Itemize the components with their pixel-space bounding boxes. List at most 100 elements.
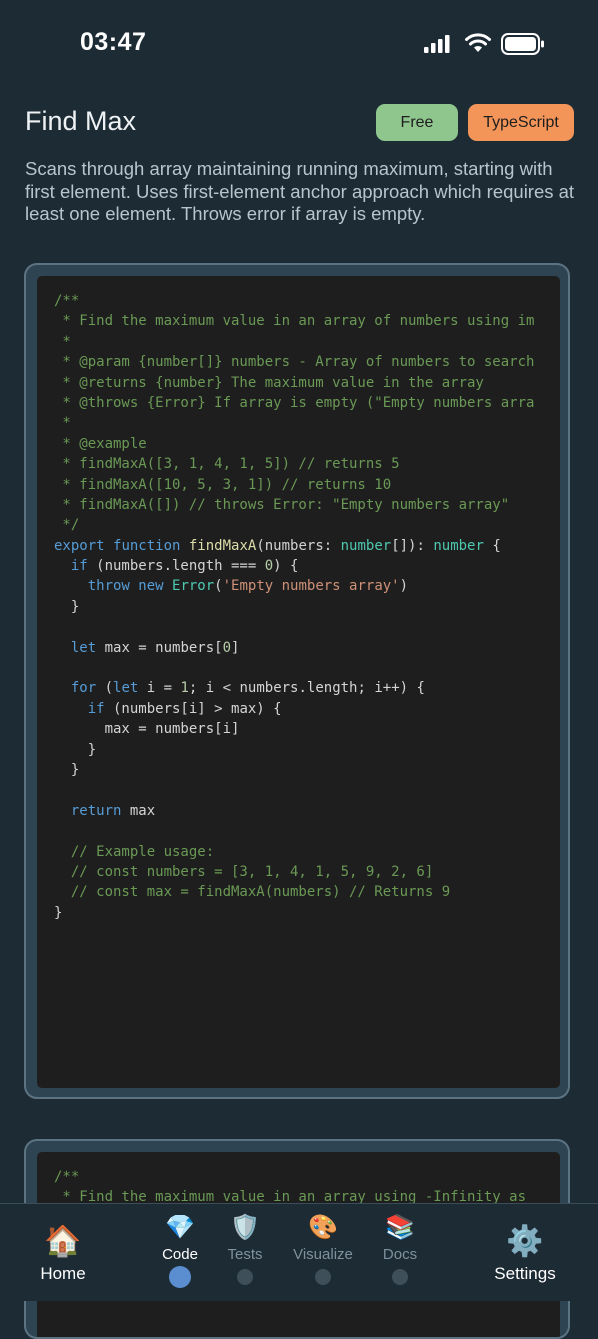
code-token: * findMaxA([10, 5, 3, 1]) // returns 10 — [54, 476, 392, 493]
code-token: 0 — [264, 558, 274, 575]
code-token: * @example — [54, 435, 147, 452]
algorithm-description: Scans through array maintaining running … — [25, 158, 575, 224]
code-line: * — [54, 413, 560, 433]
tab-visualize-label: Visualize — [293, 1246, 353, 1263]
language-badge[interactable]: TypeScript — [468, 104, 574, 141]
code-line: export function findMaxA(numbers: number… — [54, 536, 560, 556]
code-token: ( — [96, 680, 114, 697]
tab-tests[interactable]: 🛡️ Tests — [207, 1214, 283, 1285]
code-token: * @param {number[]} numbers - Array of n… — [54, 354, 535, 371]
code-token: max = numbers[ — [96, 639, 223, 656]
code-card: /** * Find the maximum value in an array… — [24, 263, 570, 1099]
code-token: // const numbers = [3, 1, 4, 1, 5, 9, 2,… — [70, 863, 434, 880]
code-token: function — [113, 537, 189, 554]
code-token: // const max = findMaxA(numbers) // Retu… — [70, 884, 451, 901]
code-token: ) { — [273, 558, 299, 575]
shield-icon: 🛡️ — [230, 1214, 260, 1241]
code-line: for (let i = 1; i < numbers.length; i++)… — [54, 678, 560, 698]
code-token: ] — [231, 639, 240, 656]
tab-docs-indicator — [392, 1269, 408, 1285]
code-line: } — [54, 760, 560, 780]
code-line: /** — [54, 1167, 560, 1187]
code-token: ) — [399, 578, 409, 595]
code-token: } — [54, 741, 97, 758]
code-token: findMaxA — [188, 537, 257, 554]
code-token: ( — [214, 578, 223, 595]
code-token: i = — [138, 680, 181, 697]
nav-home-label: Home — [40, 1264, 86, 1283]
code-line: * findMaxA([10, 5, 3, 1]) // returns 10 — [54, 475, 560, 495]
code-token: } — [54, 904, 63, 921]
books-icon: 📚 — [385, 1214, 415, 1241]
code-token: let — [113, 680, 139, 697]
code-token: Error — [172, 578, 215, 595]
status-time: 03:47 — [80, 28, 147, 56]
code-token: if — [70, 558, 88, 575]
code-token: 'Empty numbers array' — [222, 578, 400, 595]
code-token: } — [54, 761, 80, 778]
code-token: 1 — [180, 680, 189, 697]
bottom-navigation: 🏠 Home 💎 Code 🛡️ Tests 🎨 Visualize 📚 Doc… — [0, 1203, 598, 1301]
code-line: * — [54, 332, 560, 352]
code-token: * @returns {number} The maximum value in… — [54, 374, 484, 391]
nav-home-button[interactable]: 🏠 Home — [30, 1224, 96, 1284]
code-line: } — [54, 740, 560, 760]
code-token: /** — [54, 1169, 80, 1185]
nav-settings-button[interactable]: ⚙️ Settings — [488, 1224, 562, 1284]
code-line: return max — [54, 801, 560, 821]
code-line: throw new Error('Empty numbers array') — [54, 576, 560, 596]
code-token: (numbers.length === — [87, 558, 265, 575]
code-token: max = numbers[i] — [54, 721, 240, 738]
code-line: * findMaxA([]) // throws Error: "Empty n… — [54, 495, 560, 515]
gear-icon: ⚙️ — [506, 1225, 544, 1258]
code-token: number — [340, 537, 392, 554]
battery-icon — [501, 33, 544, 55]
palette-icon: 🎨 — [308, 1214, 338, 1241]
code-line: /** — [54, 291, 560, 311]
code-line: if (numbers[i] > max) { — [54, 699, 560, 719]
tab-docs[interactable]: 📚 Docs — [362, 1214, 438, 1285]
wifi-icon — [465, 33, 491, 52]
code-token: return — [70, 802, 122, 819]
code-token: */ — [54, 517, 80, 534]
code-line: * @returns {number} The maximum value in… — [54, 373, 560, 393]
tab-visualize-indicator — [315, 1269, 331, 1285]
tab-tests-label: Tests — [227, 1246, 263, 1263]
nav-settings-label: Settings — [494, 1264, 556, 1283]
house-icon: 🏠 — [44, 1225, 82, 1258]
code-line: // Example usage: — [54, 842, 560, 862]
code-editor[interactable]: /** * Find the maximum value in an array… — [37, 276, 560, 1088]
tab-tests-indicator — [237, 1269, 253, 1285]
code-token: * Find the maximum value in an array of … — [54, 313, 535, 330]
code-token: * @throws {Error} If array is empty ("Em… — [54, 394, 535, 411]
free-badge[interactable]: Free — [376, 104, 458, 141]
code-token: (numbers[i] > max) { — [104, 700, 282, 717]
code-token: /** — [54, 293, 80, 309]
code-line: if (numbers.length === 0) { — [54, 556, 560, 576]
code-token: number — [433, 537, 484, 554]
code-line: let max = numbers[0] — [54, 638, 560, 658]
code-line: // const numbers = [3, 1, 4, 1, 5, 9, 2,… — [54, 862, 560, 882]
code-line: * @param {number[]} numbers - Array of n… — [54, 352, 560, 372]
code-block: /** * Find the maximum value in an array… — [37, 276, 560, 923]
tab-visualize[interactable]: 🎨 Visualize — [285, 1214, 361, 1285]
code-token: throw — [87, 578, 139, 595]
page-title: Find Max — [25, 106, 137, 136]
code-token: for — [70, 680, 97, 697]
code-line: * Find the maximum value in an array of … — [54, 311, 560, 331]
code-line: } — [54, 903, 560, 923]
code-line: * @example — [54, 434, 560, 454]
